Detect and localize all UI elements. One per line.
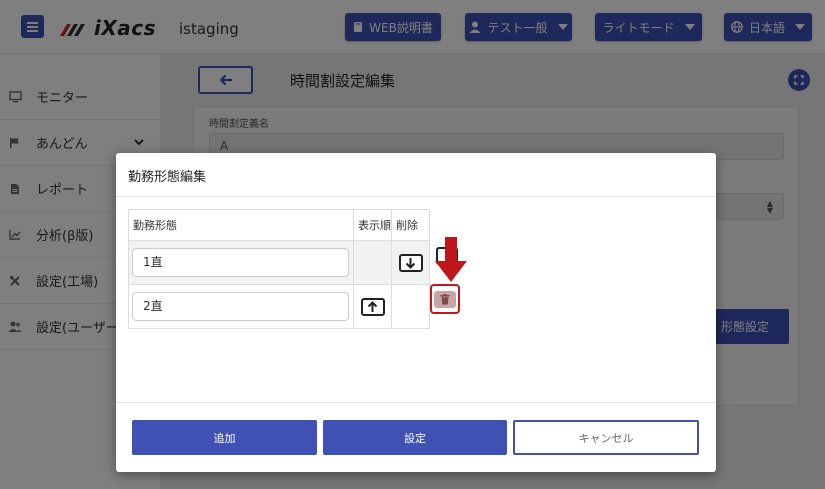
shift-name-input[interactable]: 2直: [132, 292, 349, 321]
red-arrow-annotation-icon: [435, 237, 467, 282]
display-order-cell: [353, 240, 392, 285]
delete-button-frame: [430, 284, 460, 314]
move-down-button[interactable]: [398, 253, 423, 272]
trash-icon-bg: [434, 290, 456, 308]
shift-type-edit-dialog: 勤務形態編集 勤務形態 表示順 削除 1直 2直 追加 設定 キャンセル: [116, 153, 716, 472]
table-row: 2直: [128, 284, 430, 329]
column-header-shift-type: 勤務形態: [128, 209, 354, 241]
shift-name-input[interactable]: 1直: [132, 248, 349, 277]
divider: [116, 196, 716, 197]
table-header-row: 勤務形態 表示順 削除: [128, 209, 430, 241]
dialog-title: 勤務形態編集: [128, 170, 207, 185]
shift-name-cell: 1直: [128, 240, 354, 285]
display-order-cell: [391, 240, 430, 285]
add-button[interactable]: 追加: [132, 420, 317, 455]
divider: [116, 402, 716, 403]
arrow-down-icon: [405, 257, 416, 269]
save-button[interactable]: 設定: [323, 420, 507, 455]
display-order-cell: [353, 284, 392, 329]
cancel-button[interactable]: キャンセル: [513, 420, 699, 455]
move-up-button[interactable]: [360, 297, 385, 316]
column-header-delete: 削除: [391, 209, 430, 241]
delete-button-highlighted[interactable]: [430, 284, 460, 314]
trash-icon: [440, 293, 450, 304]
empty-cell: [391, 284, 430, 329]
arrow-up-icon: [367, 300, 378, 312]
column-header-display-order: 表示順: [353, 209, 392, 241]
shift-name-cell: 2直: [128, 284, 354, 329]
shift-type-table: 勤務形態 表示順 削除 1直 2直: [128, 209, 430, 329]
table-row: 1直: [128, 240, 430, 285]
